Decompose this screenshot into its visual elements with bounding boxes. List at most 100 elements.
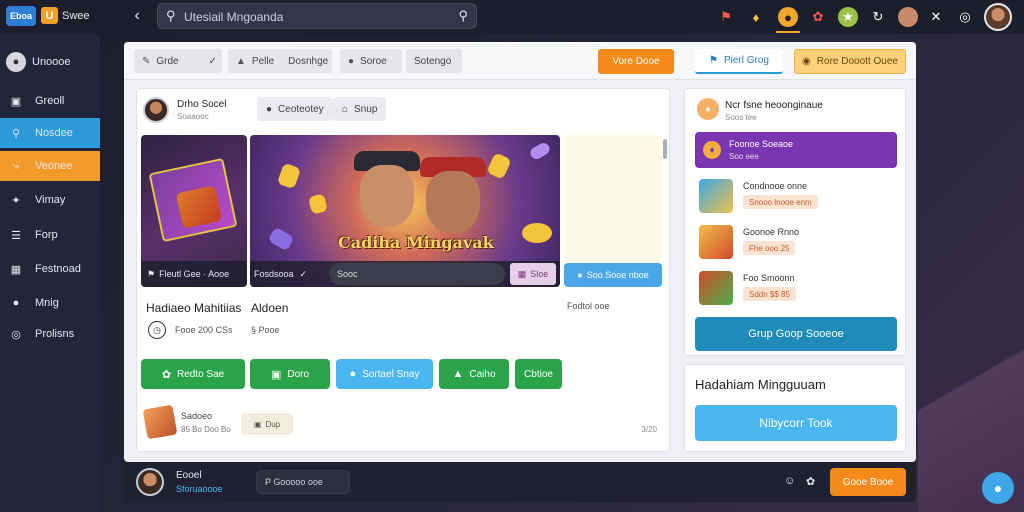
action-button-2[interactable]: ▣ Doro xyxy=(250,359,330,389)
key-icon: ⚲ xyxy=(11,127,21,140)
sidebar-item-festnoad[interactable]: ▦ Festnoad xyxy=(0,254,100,284)
preview-note: Fodtol ooe xyxy=(567,301,610,311)
game-title[interactable]: Hadiaeo Mahitiias xyxy=(146,301,241,315)
item-tag: Fhe ooo 25 xyxy=(743,241,796,255)
chat-icon: ● xyxy=(12,297,20,309)
close-icon[interactable]: ✕ xyxy=(926,7,946,27)
chip-label: Soo Sooe nboe xyxy=(586,270,649,280)
attach-icon[interactable]: ✿ xyxy=(806,475,815,488)
tab-pierl-grog[interactable]: ⚑ Pierl Grog xyxy=(695,49,783,74)
thumbnail-caption: ⚑ Fleutl Gee · Aooe xyxy=(141,261,247,287)
emoji-icon[interactable]: ☺ xyxy=(784,475,795,487)
sidebar-item-mnig[interactable]: ● Mnig xyxy=(0,288,100,318)
sidebar-item-vimay[interactable]: ✦ Vimay xyxy=(0,185,100,215)
feature-button[interactable]: Nibycorr Took xyxy=(695,405,897,441)
app-logo[interactable]: Eboa xyxy=(6,6,36,26)
notification-icon[interactable]: ⚑ xyxy=(716,7,736,27)
list-item[interactable]: Goonoe Rnno Fhe ooo 25 xyxy=(695,221,897,263)
coin-decor xyxy=(486,152,512,180)
search-input[interactable]: Utesiail Mngoanda xyxy=(184,10,283,24)
sidebar-item-label: Forp xyxy=(35,229,58,241)
send-button[interactable]: Gooe Booe xyxy=(830,468,906,496)
app-logo-badge: U xyxy=(41,7,58,24)
tab-rore-dooott[interactable]: ◉ Rore Dooott Ouee xyxy=(794,49,906,74)
sidebar-item-prolisns[interactable]: ◎ Prolisns xyxy=(0,319,100,349)
action-button-5[interactable]: Cbtioe xyxy=(515,359,562,389)
action-button-4[interactable]: ▲ Caiho xyxy=(439,359,509,389)
message-input[interactable]: P Gooooo ooe xyxy=(256,470,350,494)
tab-label: Pelle xyxy=(251,55,275,67)
list-item[interactable]: Foo Smoonn Sddn $$ 85 xyxy=(695,267,897,309)
tab-label: Grde xyxy=(156,55,179,67)
game-title-secondary[interactable]: Aldoen xyxy=(251,301,288,315)
category-pill[interactable]: ● Ceoteotey xyxy=(257,97,333,121)
sidebar-item-label: Prolisns xyxy=(35,328,75,340)
flag-icon: ⚑ xyxy=(709,55,718,66)
item-thumbnail xyxy=(699,179,733,213)
preview-action-chip[interactable]: ● Soo Sooe nboe xyxy=(564,263,662,287)
ticket-icon[interactable]: ♦ xyxy=(746,7,766,27)
sidebar-item-label: Mnig xyxy=(35,297,59,309)
banner-save-button[interactable]: ▦ Sloe xyxy=(510,263,556,285)
sidebar-item-label: Nosdee xyxy=(35,127,73,139)
featured-offer[interactable]: ♦ Foonoe Soeaoe Soo eee xyxy=(695,132,897,168)
shop-subtitle: Soos tee xyxy=(725,113,757,122)
item-name: Goonoe Rnno xyxy=(743,227,800,237)
action-button-1[interactable]: ✿ Redto Sae xyxy=(141,359,245,389)
banner-controls: Fosdsooa ✓ Sooc ▦ Sloe xyxy=(250,261,560,287)
banner-input[interactable]: Sooc xyxy=(329,263,505,285)
action-button-3[interactable]: ● Sortael Snay xyxy=(336,359,433,389)
game-meta-secondary: § Pooe xyxy=(251,325,280,335)
game-thumbnail-small[interactable]: ⚑ Fleutl Gee · Aooe xyxy=(141,135,247,287)
active-tab-indicator xyxy=(776,31,800,33)
item-thumbnail xyxy=(699,225,733,259)
gift-icon[interactable]: ✿ xyxy=(808,7,828,27)
tab-grde[interactable]: ✎ Grde ✓ xyxy=(134,49,222,73)
avatar[interactable] xyxy=(143,97,169,123)
scrollbar[interactable] xyxy=(663,139,667,159)
banner-label[interactable]: Fosdsooa ✓ xyxy=(254,265,318,283)
check-icon: ✓ xyxy=(299,268,308,279)
warning-icon: ▲ xyxy=(452,368,464,380)
gift-icon: ✿ xyxy=(161,368,171,381)
pencil-icon: ✎ xyxy=(142,55,151,67)
button-label: Caiho xyxy=(469,368,496,380)
chat-icon: ▣ xyxy=(270,368,282,381)
home-icon: ⌂ xyxy=(342,103,349,115)
tab-pelle[interactable]: ▲ Pelle Dosnhge xyxy=(228,49,332,73)
refresh-icon[interactable]: ↻ xyxy=(868,7,888,27)
item-name: Condnooe onne xyxy=(743,181,808,191)
post-author[interactable]: Drho Socel xyxy=(177,99,226,110)
game-banner[interactable]: Cadiha Mingavak Fosdsooa ✓ Sooc ▦ Sloe xyxy=(250,135,560,287)
chat-fab-icon[interactable]: ● xyxy=(982,472,1014,504)
sidebar-item-label: Vimay xyxy=(35,194,66,206)
avatar[interactable] xyxy=(136,468,164,496)
tab-soroe[interactable]: ● Soroe xyxy=(340,49,402,73)
gift-claim-chip[interactable]: ▣ Dup xyxy=(241,413,293,435)
shop-cta-button[interactable]: Grup Goop Sooeoe xyxy=(695,317,897,351)
reward-icon[interactable]: ★ xyxy=(838,7,858,27)
search-submit-icon[interactable]: ⚲ xyxy=(458,8,468,24)
lock-icon: ▲ xyxy=(236,55,246,67)
search-bar[interactable]: ⚲ Utesiail Mngoanda ⚲ xyxy=(157,3,477,29)
primary-action-button[interactable]: Vore Dooe xyxy=(598,49,674,74)
sidebar-item-greoll[interactable]: ▣ Greoll xyxy=(0,86,100,116)
feature-card: Hadahiam Mingguuam Nibycorr Took xyxy=(684,364,906,452)
feature-title: Hadahiam Mingguuam xyxy=(695,377,826,392)
tab-label: Rore Dooott Ouee xyxy=(816,56,898,67)
sidebar-item-nosdee[interactable]: ⚲ Nosdee xyxy=(0,118,100,148)
sidebar-item-forp[interactable]: ☰ Forp xyxy=(0,220,100,250)
profile-avatar-small[interactable] xyxy=(898,7,918,27)
settings-icon[interactable]: ◎ xyxy=(955,7,975,27)
back-button[interactable]: ‹ xyxy=(128,6,146,26)
snup-pill[interactable]: ⌂ Snup xyxy=(333,97,387,121)
list-item[interactable]: Condnooe onne Snooo lnooe enm xyxy=(695,175,897,217)
coin-icon[interactable]: ● xyxy=(778,7,798,27)
sidebar-user-label: Unoooe xyxy=(32,56,71,68)
home-icon: ▣ xyxy=(10,95,22,108)
tab-sotengo[interactable]: Sotengo xyxy=(406,49,462,73)
sidebar-item-veonee[interactable]: ⤷ Veonee xyxy=(0,151,100,181)
avatar[interactable] xyxy=(984,3,1012,31)
sidebar-user[interactable]: ● Unoooe xyxy=(6,51,96,73)
shop-card: ● Ncr fsne heoonginaue Soos tee ♦ Foonoe… xyxy=(684,88,906,356)
